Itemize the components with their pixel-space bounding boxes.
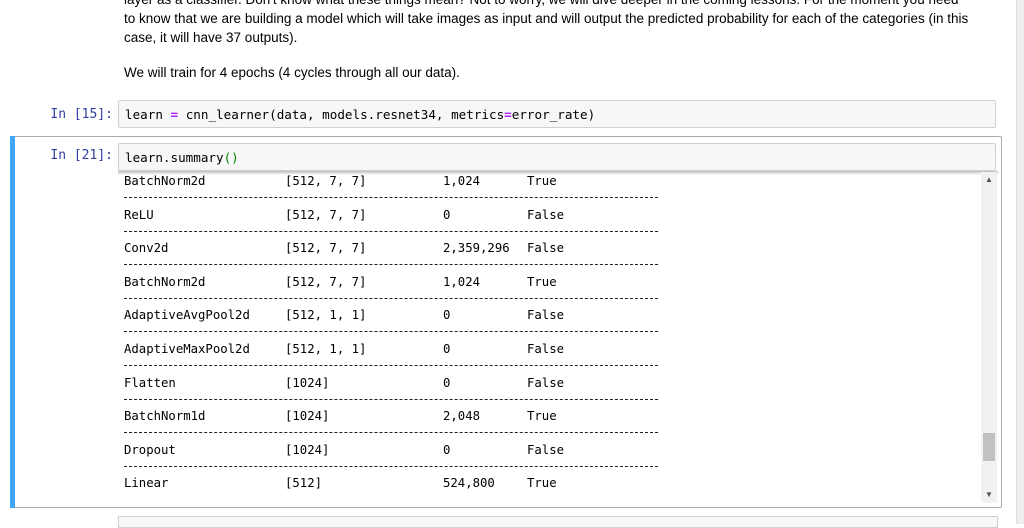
layer-name: Dropout [124,442,176,457]
param-count: 1,024 [443,174,481,188]
summary-row: BatchNorm1d [1024] 2,048 True [124,409,658,443]
scroll-down-arrow-icon[interactable]: ▼ [981,487,997,503]
scroll-thumb[interactable] [983,433,995,461]
output-shape: [1024] [285,375,330,390]
markdown-text-line: to know that we are building a model whi… [124,11,969,26]
row-separator [124,331,658,333]
cell-output-area[interactable]: BatchNorm2d [512, 7, 7] 1,024 True ReLU [512,… [118,172,998,503]
summary-row: AdaptiveMaxPool2d [512, 1, 1] 0 False [124,342,658,376]
row-separator [124,197,658,198]
output-scroll-shadow [118,171,998,175]
code-token: cnn_learner(data, models.resnet34, metri… [185,107,505,122]
row-separator [124,432,658,434]
trainable-flag: True [527,476,557,491]
code-operator: = [504,107,512,122]
output-shape: [512, 7, 7] [285,274,367,289]
summary-row: ReLU [512, 7, 7] 0 False [124,208,658,242]
layer-name: ReLU [124,207,154,222]
summary-row: Conv2d [512, 7, 7] 2,359,296 False [124,241,658,275]
trainable-flag: True [527,274,557,289]
code-line: learn = cnn_learner(data, models.resnet3… [125,107,595,122]
output-shape: [512, 7, 7] [285,207,367,222]
layer-name: Linear [124,476,169,491]
param-count: 1,024 [443,274,481,289]
trainable-flag: False [527,308,565,323]
param-count: 2,048 [443,409,481,424]
row-separator [124,264,658,266]
output-shape: [512] [285,476,323,491]
layer-name: Conv2d [124,241,169,256]
output-shape: [512, 7, 7] [285,174,367,188]
selected-cell-indicator [10,136,15,508]
code-operator: = [170,107,179,122]
row-separator [124,230,658,232]
summary-row: AdaptiveAvgPool2d [512, 1, 1] 0 False [124,308,658,342]
code-cell-input[interactable]: learn = cnn_learner(data, models.resnet3… [118,100,996,128]
output-shape: [1024] [285,409,330,424]
row-separator [124,398,658,400]
markdown-text-line: case, it will have 37 outputs). [124,30,298,45]
param-count: 2,359,296 [443,241,510,256]
scroll-up-arrow-icon[interactable]: ▲ [981,172,997,188]
summary-row: BatchNorm2d [512, 7, 7] 1,024 True [124,275,658,309]
output-shape: [1024] [285,442,330,457]
trainable-flag: False [527,442,565,457]
code-line: learn.summary() [125,150,239,165]
layer-name: BatchNorm2d [124,174,206,188]
row-separator [124,465,658,467]
summary-row: Dropout [1024] 0 False [124,443,658,477]
param-count: 0 [443,442,451,457]
code-token: error_rate) [511,107,596,122]
summary-row: BatchNorm2d [512, 7, 7] 1,024 True [124,174,658,208]
cell-prompt: In [15]: [50,107,113,122]
code-cell-input[interactable]: learn.summary() [118,143,996,171]
output-shape: [512, 1, 1] [285,308,367,323]
row-separator [124,365,658,366]
code-token: learn.summary [125,150,224,165]
trainable-flag: False [527,207,565,222]
trainable-flag: False [527,342,565,356]
output-shape: [512, 1, 1] [285,342,367,356]
code-token: learn [125,107,163,122]
markdown-text-line: We will train for 4 epochs (4 cycles thr… [124,65,460,80]
output-scrollbar[interactable]: ▲ ▼ [981,172,997,503]
layer-name: AdaptiveMaxPool2d [124,342,250,356]
layer-name: BatchNorm2d [124,274,206,289]
cell-prompt: In [21]: [50,148,113,163]
trainable-flag: True [527,409,557,424]
row-separator [124,297,658,299]
layer-name: BatchNorm1d [124,409,206,424]
param-count: 0 [443,207,451,222]
page-scroll-edge [1016,0,1024,524]
trainable-flag: False [527,241,565,256]
next-code-cell[interactable] [118,516,998,528]
param-count: 524,800 [443,476,495,491]
output-shape: [512, 7, 7] [285,241,367,256]
summary-row: Linear [512] 524,800 True [124,476,658,503]
markdown-text-line: layer as a classifier. Don't know what t… [124,0,958,9]
trainable-flag: False [527,375,565,390]
summary-row: Flatten [1024] 0 False [124,376,658,410]
trainable-flag: True [527,174,557,188]
code-paren: () [223,150,239,165]
param-count: 0 [443,308,451,323]
layer-name: AdaptiveAvgPool2d [124,308,250,323]
param-count: 0 [443,375,451,390]
layer-name: Flatten [124,375,176,390]
param-count: 0 [443,342,451,356]
